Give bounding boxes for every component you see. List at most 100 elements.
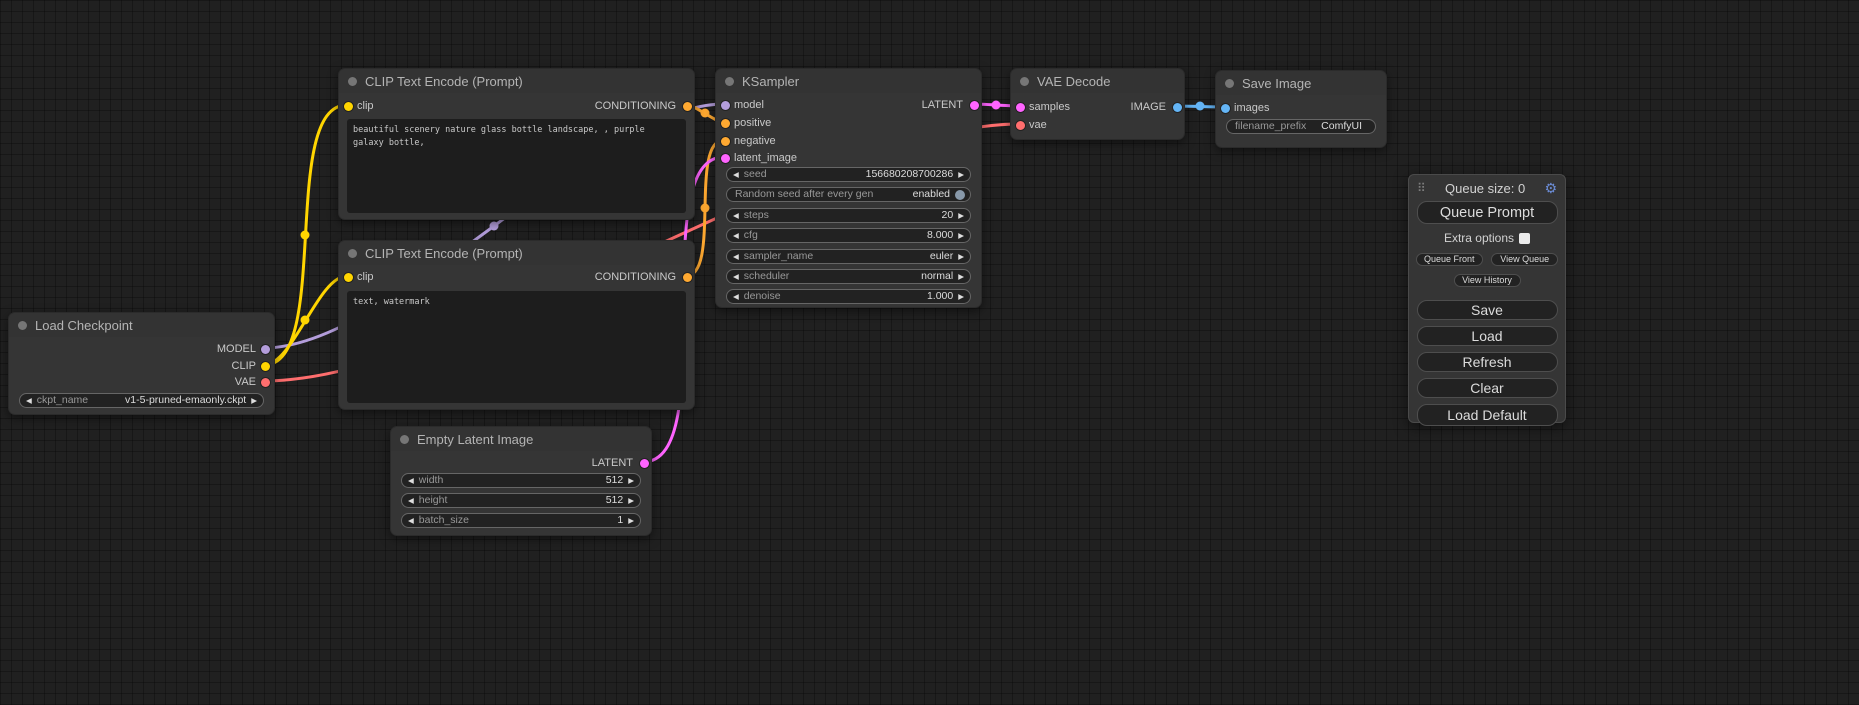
node-load-checkpoint[interactable]: Load Checkpoint MODEL CLIP VAE ◀ ckpt_na… xyxy=(8,312,275,415)
widget-value: 1 xyxy=(617,515,623,526)
output-dot-vae[interactable] xyxy=(261,378,270,387)
decrement-arrow-icon[interactable]: ◀ xyxy=(733,293,739,301)
prompt-textarea[interactable]: text, watermark xyxy=(347,291,686,403)
increment-arrow-icon[interactable]: ▶ xyxy=(251,397,257,405)
input-dot-samples[interactable] xyxy=(1016,103,1025,112)
widget-steps[interactable]: ◀ steps 20 ▶ xyxy=(726,208,971,223)
prompt-textarea[interactable]: beautiful scenery nature glass bottle la… xyxy=(347,119,686,213)
input-dot-vae[interactable] xyxy=(1016,121,1025,130)
decrement-arrow-icon[interactable]: ◀ xyxy=(733,171,739,179)
increment-arrow-icon[interactable]: ▶ xyxy=(958,212,964,220)
output-dot-image[interactable] xyxy=(1173,103,1182,112)
node-title-bar[interactable]: Save Image xyxy=(1216,71,1386,95)
load-button[interactable]: Load xyxy=(1417,326,1558,346)
link-midpoint-dot xyxy=(490,222,499,231)
save-button[interactable]: Save xyxy=(1417,300,1558,320)
node-title-bar[interactable]: CLIP Text Encode (Prompt) xyxy=(339,241,694,265)
extra-options-checkbox[interactable] xyxy=(1519,233,1530,244)
output-label-clip: CLIP xyxy=(232,359,256,373)
increment-arrow-icon[interactable]: ▶ xyxy=(958,232,964,240)
increment-arrow-icon[interactable]: ▶ xyxy=(958,293,964,301)
node-ksampler[interactable]: KSampler model positive negative latent_… xyxy=(715,68,982,308)
collapse-dot-icon[interactable] xyxy=(18,321,27,330)
increment-arrow-icon[interactable]: ▶ xyxy=(628,497,634,505)
collapse-dot-icon[interactable] xyxy=(1225,79,1234,88)
widget-label: cfg xyxy=(744,230,758,241)
settings-gear-icon[interactable]: ⚙ xyxy=(1544,180,1557,197)
input-dot-images[interactable] xyxy=(1221,104,1230,113)
node-clip-text-encode-positive[interactable]: CLIP Text Encode (Prompt) clip CONDITION… xyxy=(338,68,695,220)
input-label-latent-image: latent_image xyxy=(734,151,797,165)
collapse-dot-icon[interactable] xyxy=(400,435,409,444)
node-save-image[interactable]: Save Image images filename_prefix ComfyU… xyxy=(1215,70,1387,148)
link-clip-positive xyxy=(264,105,347,365)
increment-arrow-icon[interactable]: ▶ xyxy=(958,253,964,261)
node-title-bar[interactable]: Empty Latent Image xyxy=(391,427,651,451)
widget-sampler-name[interactable]: ◀ sampler_name euler ▶ xyxy=(726,249,971,264)
increment-arrow-icon[interactable]: ▶ xyxy=(958,171,964,179)
input-label-positive: positive xyxy=(734,116,771,130)
node-title-bar[interactable]: CLIP Text Encode (Prompt) xyxy=(339,69,694,93)
refresh-button[interactable]: Refresh xyxy=(1417,352,1558,372)
node-title-bar[interactable]: KSampler xyxy=(716,69,981,93)
view-history-button[interactable]: View History xyxy=(1454,274,1521,287)
widget-value: v1-5-pruned-emaonly.ckpt xyxy=(125,395,246,406)
output-dot-clip[interactable] xyxy=(261,362,270,371)
widget-filename-prefix[interactable]: filename_prefix ComfyUI xyxy=(1226,119,1376,134)
output-dot-model[interactable] xyxy=(261,345,270,354)
widget-batch-size[interactable]: ◀ batch_size 1 ▶ xyxy=(401,513,641,528)
input-dot-negative[interactable] xyxy=(721,137,730,146)
decrement-arrow-icon[interactable]: ◀ xyxy=(733,253,739,261)
collapse-dot-icon[interactable] xyxy=(348,77,357,86)
decrement-arrow-icon[interactable]: ◀ xyxy=(733,232,739,240)
link-midpoint-dot xyxy=(992,101,1001,110)
input-label-samples: samples xyxy=(1029,100,1070,114)
decrement-arrow-icon[interactable]: ◀ xyxy=(408,477,414,485)
widget-width[interactable]: ◀ width 512 ▶ xyxy=(401,473,641,488)
decrement-arrow-icon[interactable]: ◀ xyxy=(26,397,32,405)
increment-arrow-icon[interactable]: ▶ xyxy=(958,273,964,281)
increment-arrow-icon[interactable]: ▶ xyxy=(628,517,634,525)
widget-scheduler[interactable]: ◀ scheduler normal ▶ xyxy=(726,269,971,284)
input-dot-positive[interactable] xyxy=(721,119,730,128)
queue-prompt-button[interactable]: Queue Prompt xyxy=(1417,201,1558,224)
clear-button[interactable]: Clear xyxy=(1417,378,1558,398)
node-title-bar[interactable]: VAE Decode xyxy=(1011,69,1184,93)
toggle-knob-icon[interactable] xyxy=(955,190,965,200)
decrement-arrow-icon[interactable]: ◀ xyxy=(733,273,739,281)
collapse-dot-icon[interactable] xyxy=(725,77,734,86)
input-dot-model[interactable] xyxy=(721,101,730,110)
output-dot-latent[interactable] xyxy=(640,459,649,468)
graph-canvas[interactable]: Load Checkpoint MODEL CLIP VAE ◀ ckpt_na… xyxy=(0,0,1859,705)
collapse-dot-icon[interactable] xyxy=(348,249,357,258)
queue-menu-panel: ⠿ Queue size: 0 ⚙ Queue Prompt Extra opt… xyxy=(1408,174,1566,423)
node-title: Save Image xyxy=(1242,76,1311,91)
input-dot-latent-image[interactable] xyxy=(721,154,730,163)
node-empty-latent-image[interactable]: Empty Latent Image LATENT ◀ width 512 ▶ … xyxy=(390,426,652,536)
load-default-button[interactable]: Load Default xyxy=(1417,404,1558,426)
node-vae-decode[interactable]: VAE Decode samples IMAGE vae xyxy=(1010,68,1185,140)
widget-denoise[interactable]: ◀ denoise 1.000 ▶ xyxy=(726,289,971,304)
view-queue-button[interactable]: View Queue xyxy=(1491,253,1558,266)
node-clip-text-encode-negative[interactable]: CLIP Text Encode (Prompt) clip CONDITION… xyxy=(338,240,695,410)
widget-seed[interactable]: ◀ seed 156680208700286 ▶ xyxy=(726,167,971,182)
widget-height[interactable]: ◀ height 512 ▶ xyxy=(401,493,641,508)
output-dot-conditioning[interactable] xyxy=(683,273,692,282)
input-dot-clip[interactable] xyxy=(344,102,353,111)
widget-ckpt-name[interactable]: ◀ ckpt_name v1-5-pruned-emaonly.ckpt ▶ xyxy=(19,393,264,408)
node-title-bar[interactable]: Load Checkpoint xyxy=(9,313,274,337)
widget-label: steps xyxy=(744,210,769,221)
decrement-arrow-icon[interactable]: ◀ xyxy=(408,497,414,505)
increment-arrow-icon[interactable]: ▶ xyxy=(628,477,634,485)
decrement-arrow-icon[interactable]: ◀ xyxy=(733,212,739,220)
widget-cfg[interactable]: ◀ cfg 8.000 ▶ xyxy=(726,228,971,243)
output-dot-latent[interactable] xyxy=(970,101,979,110)
collapse-dot-icon[interactable] xyxy=(1020,77,1029,86)
input-dot-clip[interactable] xyxy=(344,273,353,282)
queue-size-label: Queue size: 0 xyxy=(1426,181,1545,196)
queue-front-button[interactable]: Queue Front xyxy=(1416,253,1483,266)
decrement-arrow-icon[interactable]: ◀ xyxy=(408,517,414,525)
drag-handle-icon[interactable]: ⠿ xyxy=(1417,181,1426,195)
output-dot-conditioning[interactable] xyxy=(683,102,692,111)
widget-random-seed-toggle[interactable]: Random seed after every gen enabled xyxy=(726,187,971,202)
